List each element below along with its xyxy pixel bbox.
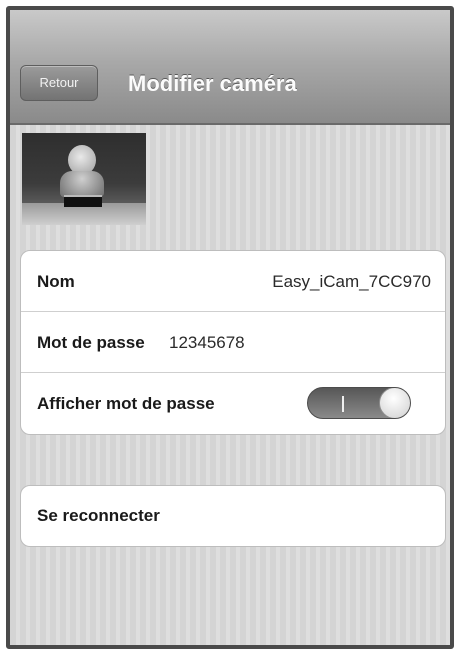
thumbnail-figure-stand [64,195,102,207]
reconnect-group: Se reconnecter [20,485,446,547]
reconnect-label: Se reconnecter [37,506,160,525]
name-label: Nom [37,272,75,291]
password-field[interactable]: 12345678 [169,312,245,373]
content-area: Nom Easy_iCam_7CC970 Mot de passe 123456… [10,125,450,645]
show-password-row: Afficher mot de passe [21,373,445,434]
camera-settings-group: Nom Easy_iCam_7CC970 Mot de passe 123456… [20,250,446,435]
reconnect-button[interactable]: Se reconnecter [21,486,445,546]
password-label: Mot de passe [37,333,145,352]
name-row[interactable]: Nom Easy_iCam_7CC970 [21,251,445,312]
toggle-on-mark [342,396,344,412]
back-button[interactable]: Retour [20,65,98,101]
thumbnail-figure-body [60,171,104,197]
page-title: Modifier caméra [128,71,297,96]
show-password-toggle[interactable] [307,387,411,419]
password-row[interactable]: Mot de passe 12345678 [21,312,445,373]
show-password-label: Afficher mot de passe [37,394,215,413]
phone-screen: Retour Modifier caméra Nom Easy_iCam_7CC… [6,6,454,649]
navigation-bar: Retour Modifier caméra [10,10,450,125]
camera-thumbnail[interactable] [22,133,146,225]
toggle-knob[interactable] [379,388,410,418]
name-field[interactable]: Easy_iCam_7CC970 [272,251,431,312]
